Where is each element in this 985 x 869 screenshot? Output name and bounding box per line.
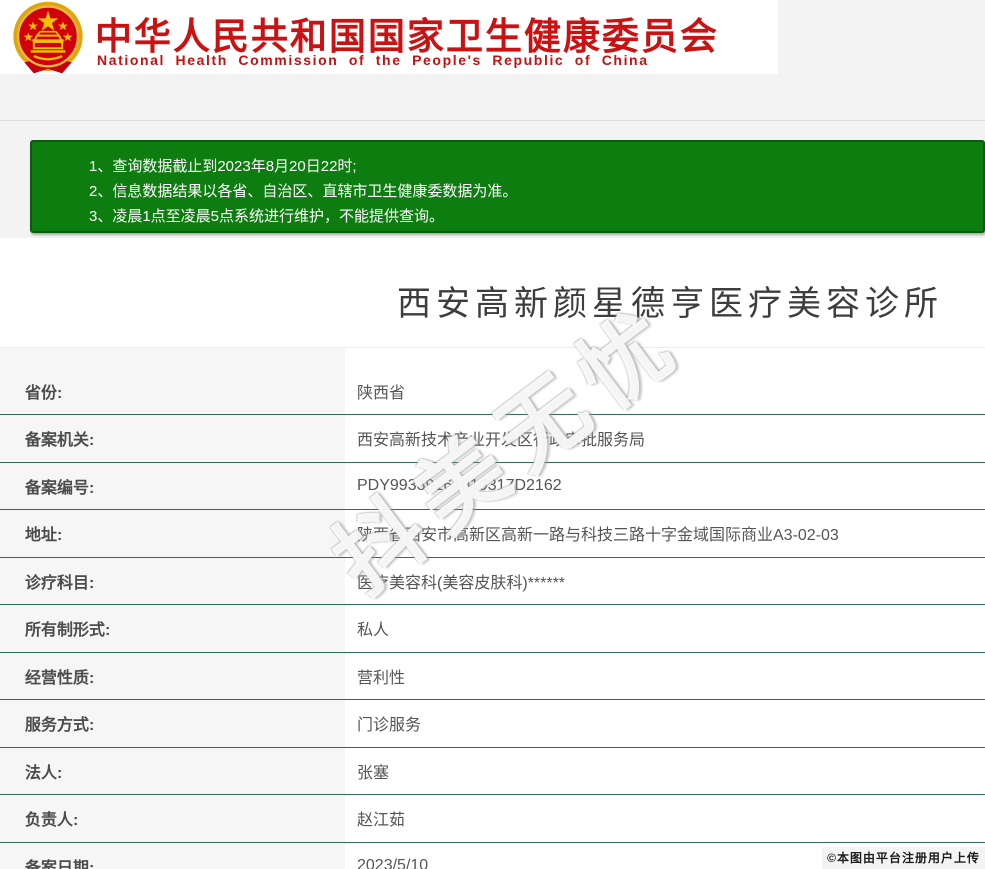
row-label: 法人: <box>0 747 345 794</box>
table-row-medical-subjects: 诊疗科目: 医疗美容科(美容皮肤科)****** <box>0 557 985 605</box>
row-value: 张塞 <box>357 764 390 782</box>
notice-line-2: 2、信息数据结果以各省、自治区、直辖市卫生健康委数据为准。 <box>89 183 518 200</box>
notice-line-1: 1、查询数据截止到2023年8月20日22时; <box>89 158 357 175</box>
table-row-legal-person: 法人: 张塞 <box>0 747 985 795</box>
site-title-en: National Health Commission of the People… <box>97 52 649 68</box>
row-label: 备案机关: <box>0 415 345 462</box>
header-divider <box>0 120 985 121</box>
upload-credit-text: ©本图由平台注册用户上传 <box>822 847 985 869</box>
table-row-province: 省份: 陕西省 <box>0 348 985 415</box>
notice-line-3: 3、凌晨1点至凌晨5点系统进行维护，不能提供查询。 <box>89 208 445 225</box>
site-header: 中华人民共和国国家卫生健康委员会 National Health Commiss… <box>0 0 778 74</box>
content-area: 西安高新颜星德亨医疗美容诊所 省份: 陕西省 备案机关: 西安高新技术产业开发区… <box>0 238 985 869</box>
row-label: 所有制形式: <box>0 605 345 652</box>
page-root: 中华人民共和国国家卫生健康委员会 National Health Commiss… <box>0 0 985 869</box>
row-label: 负责人: <box>0 795 345 842</box>
national-emblem-icon[interactable] <box>8 1 88 75</box>
notice-box: 1、查询数据截止到2023年8月20日22时; 2、信息数据结果以各省、自治区、… <box>30 140 985 233</box>
row-label: 省份: <box>0 348 345 414</box>
table-row-responsible-person: 负责人: 赵江茹 <box>0 795 985 843</box>
row-value: 门诊服务 <box>357 717 422 735</box>
row-value: 营利性 <box>357 669 406 687</box>
table-row-service-mode: 服务方式: 门诊服务 <box>0 700 985 748</box>
row-value: 陕西省 <box>357 385 406 402</box>
row-value: 医疗美容科(美容皮肤科)****** <box>357 574 566 592</box>
row-value: 赵江茹 <box>357 812 406 830</box>
row-label: 经营性质: <box>0 652 345 699</box>
table-row-ownership: 所有制形式: 私人 <box>0 605 985 653</box>
table-row-operation-nature: 经营性质: 营利性 <box>0 652 985 700</box>
table-row-filing-number: 备案编号: PDY99389161019317D2162 <box>0 462 985 510</box>
row-label: 诊疗科目: <box>0 557 345 604</box>
row-value: 私人 <box>357 622 390 640</box>
row-label: 服务方式: <box>0 700 345 747</box>
table-row-filing-authority: 备案机关: 西安高新技术产业开发区行政审批服务局 <box>0 415 985 463</box>
row-value: 陕西省西安市高新区高新一路与科技三路十字金域国际商业A3-02-03 <box>357 527 839 545</box>
row-label: 备案编号: <box>0 462 345 509</box>
row-value: PDY99389161019317D2162 <box>357 476 562 494</box>
row-label: 地址: <box>0 510 345 557</box>
row-value: 西安高新技术产业开发区行政审批服务局 <box>357 432 646 450</box>
record-table: 省份: 陕西省 备案机关: 西安高新技术产业开发区行政审批服务局 备案编号: P… <box>0 347 985 869</box>
clinic-name-title: 西安高新颜星德亨医疗美容诊所 <box>397 285 943 323</box>
table-row-address: 地址: 陕西省西安市高新区高新一路与科技三路十字金域国际商业A3-02-03 <box>0 510 985 558</box>
row-label: 备案日期: <box>0 842 345 869</box>
